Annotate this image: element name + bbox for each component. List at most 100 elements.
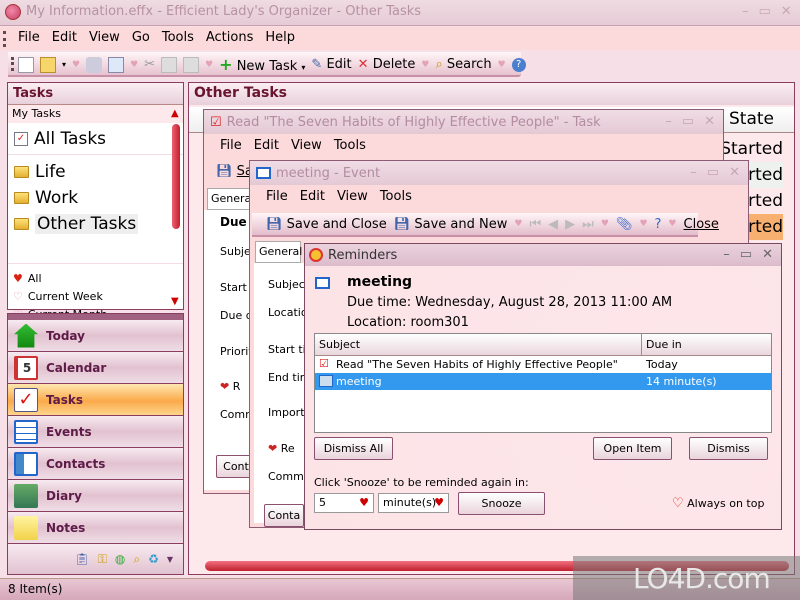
filter-current-week[interactable]: ♡ Current Week — [8, 287, 183, 305]
new-task-button[interactable]: + New Task ▾ — [219, 55, 305, 74]
globe-lock-icon[interactable]: ◍ — [115, 552, 125, 566]
event-subject-label: Subject — [268, 278, 310, 291]
tasks-scrollbar[interactable]: ▲ ▼ — [171, 108, 181, 308]
next-item-icon[interactable]: ▶ — [565, 217, 575, 232]
new-document-icon[interactable] — [18, 56, 34, 73]
last-item-icon[interactable]: ⏭ — [582, 217, 594, 232]
event-contacts-button[interactable]: Conta — [264, 504, 304, 527]
menu-actions[interactable]: Actions — [200, 30, 260, 45]
close-icon[interactable]: ✕ — [762, 247, 773, 262]
event-reminder-label[interactable]: ❤ Re — [268, 442, 295, 455]
copy-icon[interactable] — [161, 56, 178, 73]
column-state[interactable]: State — [729, 109, 774, 129]
search-icon: ⌕ — [435, 57, 443, 72]
maximize-icon[interactable]: ▭ — [759, 4, 771, 19]
folder-life[interactable]: Life — [8, 159, 183, 185]
menu-edit[interactable]: Edit — [46, 30, 83, 45]
close-icon[interactable]: ✕ — [704, 114, 715, 129]
event-menu-view[interactable]: View — [331, 189, 374, 204]
attachment-icon[interactable]: 📎︎ — [616, 217, 633, 232]
event-icon — [319, 375, 333, 387]
contact-card-icon — [14, 451, 38, 476]
edit-button[interactable]: ✎ Edit — [311, 57, 351, 72]
folder-work[interactable]: Work — [8, 185, 183, 211]
delete-button[interactable]: ✕ Delete — [358, 57, 416, 72]
maximize-icon[interactable]: ▭ — [740, 247, 752, 262]
menu-file[interactable]: File — [12, 30, 46, 45]
minimize-icon[interactable]: – — [742, 4, 749, 19]
task-menu-view[interactable]: View — [285, 138, 328, 153]
help-icon[interactable]: ? — [655, 217, 662, 232]
dismiss-all-button[interactable]: Dismiss All — [314, 437, 393, 460]
event-menu-edit[interactable]: Edit — [294, 189, 331, 204]
open-folder-icon[interactable] — [40, 56, 56, 73]
save-icon: 💾︎ — [216, 164, 233, 179]
nav-events[interactable]: Events — [8, 416, 183, 448]
scroll-down-icon[interactable]: ▼ — [171, 296, 179, 307]
dismiss-button[interactable]: Dismiss — [689, 437, 768, 460]
event-menu-file[interactable]: File — [260, 189, 294, 204]
filter-all[interactable]: ♥ All — [8, 269, 183, 287]
nav-today[interactable]: Today — [8, 320, 183, 352]
column-due-in[interactable]: Due in — [646, 338, 682, 351]
column-subject[interactable]: Subject — [319, 338, 360, 351]
open-item-button[interactable]: Open Item — [593, 437, 672, 460]
maximize-icon[interactable]: ▭ — [682, 114, 694, 129]
close-icon[interactable]: ✕ — [729, 165, 740, 180]
nav-tasks[interactable]: ✓ Tasks — [8, 384, 183, 416]
menu-tools[interactable]: Tools — [156, 30, 200, 45]
minimize-icon[interactable]: – — [723, 247, 730, 262]
print-icon[interactable] — [86, 56, 103, 73]
search-button[interactable]: ⌕ Search — [435, 57, 491, 72]
save-close-button[interactable]: 💾︎ Save and Close — [266, 217, 387, 232]
task-menu-file[interactable]: File — [214, 138, 248, 153]
snooze-button[interactable]: Snooze — [458, 492, 545, 515]
more-chevron-icon[interactable]: ▼ — [167, 555, 173, 564]
reminder-row-selected[interactable]: meeting 14 minute(s) — [315, 373, 771, 390]
task-reminder-label[interactable]: ❤ R — [220, 380, 240, 393]
scroll-up-icon[interactable]: ▲ — [171, 108, 179, 119]
reminders-titlebar: Reminders – ▭ ✕ — [305, 244, 781, 266]
folder-all-tasks[interactable]: ✓ All Tasks — [8, 123, 183, 155]
event-tab-general[interactable]: General — [255, 241, 302, 263]
nav-contacts[interactable]: Contacts — [8, 448, 183, 480]
task-menu-edit[interactable]: Edit — [248, 138, 285, 153]
nav-diary[interactable]: Diary — [8, 480, 183, 512]
previous-item-icon[interactable]: ◀ — [548, 217, 558, 232]
folder-other-tasks[interactable]: Other Tasks — [8, 211, 183, 237]
task-save-button[interactable]: 💾︎ Sa — [216, 164, 253, 179]
menu-go[interactable]: Go — [126, 30, 156, 45]
maximize-icon[interactable]: ▭ — [707, 165, 719, 180]
event-menu-tools[interactable]: Tools — [374, 189, 418, 204]
nav-notes[interactable]: Notes — [8, 512, 183, 544]
always-on-top-toggle[interactable]: ♡ Always on top — [672, 496, 764, 511]
menu-view[interactable]: View — [83, 30, 126, 45]
event-window-titlebar: meeting - Event – ▭ ✕ — [250, 161, 748, 185]
snooze-value-select[interactable]: 5 ♥ — [314, 493, 374, 513]
close-button[interactable]: Close — [684, 217, 719, 232]
event-icon — [256, 167, 271, 179]
nav-calendar[interactable]: 5 Calendar — [8, 352, 183, 384]
paste-icon[interactable] — [183, 56, 200, 73]
help-icon[interactable]: ? — [511, 57, 526, 72]
print-preview-icon[interactable] — [108, 56, 125, 73]
snooze-unit-select[interactable]: minute(s) ♥ — [378, 493, 449, 513]
search-icon[interactable]: ⌕ — [133, 552, 140, 567]
recycle-bin-icon[interactable]: ♻ — [148, 552, 159, 566]
close-icon[interactable]: ✕ — [781, 4, 792, 19]
clipboard-icon[interactable]: 📋︎ — [74, 552, 89, 566]
event-location-label: Locatio — [268, 306, 308, 319]
scroll-thumb[interactable] — [172, 124, 180, 229]
first-item-icon[interactable]: ⏮ — [529, 217, 541, 232]
my-tasks-group[interactable]: My Tasks — [8, 105, 183, 123]
house-icon — [14, 323, 38, 348]
menu-help[interactable]: Help — [259, 30, 301, 45]
reminder-row[interactable]: ☑ Read "The Seven Habits of Highly Effec… — [315, 356, 771, 373]
cut-icon[interactable]: ✂ — [144, 57, 155, 72]
reminders-dialog: Reminders – ▭ ✕ meeting Due time: Wednesda… — [304, 243, 782, 530]
save-new-button[interactable]: 💾︎ Save and New — [394, 217, 508, 232]
minimize-icon[interactable]: – — [690, 165, 697, 180]
key-icon[interactable]: ⚿ — [98, 552, 107, 567]
task-menu-tools[interactable]: Tools — [328, 138, 372, 153]
minimize-icon[interactable]: – — [665, 114, 672, 129]
